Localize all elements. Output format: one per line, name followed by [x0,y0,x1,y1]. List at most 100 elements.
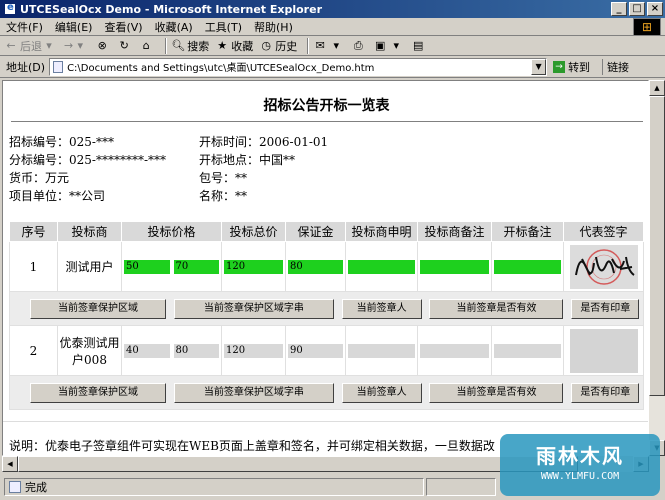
col-bidder-note: 投标商备注 [417,221,492,242]
table-header: 序号 投标商 投标价格 投标总价 保证金 投标商申明 投标商备注 开标备注 代表… [9,221,644,242]
current-signer-button[interactable]: 当前签章人 [341,382,422,403]
col-total: 投标总价 [221,221,286,242]
menu-tools[interactable]: 工具(T) [205,19,242,35]
status-pane-empty [426,478,496,496]
info-currency: 货币：万元 [9,171,70,185]
deposit-field[interactable]: 90 [288,343,343,358]
menu-view[interactable]: 查看(V) [104,19,142,35]
history-icon: ◷ [261,38,272,52]
close-button[interactable]: × [647,2,663,16]
page-icon [53,60,64,73]
price-field[interactable]: 40 [124,343,170,358]
refresh-button[interactable]: ↻ [117,39,133,53]
scroll-left-icon[interactable]: ◀ [2,456,18,472]
col-bidder: 投标商 [57,221,122,242]
watermark-logo-text: 雨林木风 [536,444,624,468]
search-label: 搜索 [187,39,210,53]
cell-bidder-note [417,241,492,292]
seal-valid-button[interactable]: 当前签章是否有效 [429,298,564,319]
go-label: 转到 [568,60,591,74]
note-divider [3,421,648,422]
total-field[interactable]: 120 [224,259,283,274]
forward-arrow-icon: → [64,39,74,52]
signature-seal[interactable] [569,244,638,289]
search-button[interactable]: 🔍︎ 搜索 [171,38,209,54]
back-button[interactable]: ← 后退 ▾ [4,38,58,54]
menu-help[interactable]: 帮助(H) [254,19,293,35]
toolbar-separator [165,37,168,54]
chevron-down-icon: ▾ [46,38,52,52]
open-note-field[interactable] [494,343,561,358]
price-field-2[interactable]: 70 [173,259,219,274]
total-field[interactable]: 120 [224,343,283,358]
info-bid-no: 招标编号：025-*** [9,135,114,149]
back-label: 后退 [20,39,42,53]
history-label: 历史 [275,39,298,53]
back-arrow-icon: ← [6,38,16,52]
discuss-button[interactable]: ▤ [411,39,427,53]
info-open-place: 开标地点：中国** [199,153,296,167]
info-sub-no: 分标编号：025-********-*** [9,153,167,167]
print-button[interactable]: ⎙ [351,39,367,53]
info-name: 名称：** [199,189,248,203]
toolbar: ← 后退 ▾ → ▾ ⊗ ↻ ⌂ 🔍︎ 搜索 ★ 收藏 ◷ 历史 ✉ ▾ ⎙ ▣ ▾… [0,36,665,56]
menu-edit[interactable]: 编辑(E) [55,19,93,35]
bid-table: 序号 投标商 投标价格 投标总价 保证金 投标商申明 投标商备注 开标备注 代表… [9,221,644,410]
chevron-down-icon: ▾ [393,38,399,52]
favorites-button[interactable]: ★ 收藏 [215,38,253,54]
has-seal-button[interactable]: 是否有印章 [571,298,640,319]
ie-icon [4,2,16,15]
price-field-2[interactable]: 80 [173,343,219,358]
title-divider [11,121,643,123]
mail-button[interactable]: ✉ ▾ [313,39,345,53]
table-row: 2 优泰测试用户008 40 80 120 90 [9,325,644,376]
bidder-note-field[interactable] [420,343,489,358]
minimize-button[interactable]: _ [611,2,627,16]
links-button[interactable]: 链接 [602,58,629,75]
cell-open-note [491,241,564,292]
statement-field[interactable] [348,259,415,274]
window-title: UTCESealOcx Demo - Microsoft Internet Ex… [20,2,322,16]
maximize-button[interactable]: □ [629,2,645,16]
signature-empty[interactable] [569,328,638,373]
address-dropdown-icon[interactable]: ▼ [531,58,547,75]
vertical-scroll-thumb[interactable] [649,96,665,396]
go-button[interactable]: → 转到 [553,59,590,75]
price-field[interactable]: 50 [124,259,170,274]
protect-area-string-button[interactable]: 当前签章保护区域字串 [173,382,334,403]
deposit-field[interactable]: 80 [288,259,343,274]
address-value: C:\Documents and Settings\utc\桌面\UTCESea… [67,63,375,74]
menu-bar: 文件(F) 编辑(E) 查看(V) 收藏(A) 工具(T) 帮助(H) [0,18,665,36]
page-note: 说明：优泰电子签章组件可实现在WEB页面上盖章和签名，并可绑定相关数据，一旦数据… [9,439,495,453]
horizontal-scroll-thumb[interactable] [18,456,578,472]
bidder-note-field[interactable] [420,259,489,274]
has-seal-button[interactable]: 是否有印章 [571,382,640,403]
address-input[interactable]: C:\Documents and Settings\utc\桌面\UTCESea… [49,57,548,76]
statement-field[interactable] [348,343,415,358]
history-button[interactable]: ◷ 历史 [259,38,297,54]
protect-area-button[interactable]: 当前签章保护区域 [30,298,166,319]
forward-button[interactable]: → ▾ [64,39,89,53]
stop-button[interactable]: ⊗ [95,39,111,53]
vertical-scrollbar[interactable]: ▲ ▼ [649,80,665,456]
chevron-down-icon: ▾ [77,38,83,52]
home-button[interactable]: ⌂ [139,39,155,53]
scroll-up-icon[interactable]: ▲ [649,80,665,96]
seal-valid-button[interactable]: 当前签章是否有效 [429,382,564,403]
menu-file[interactable]: 文件(F) [6,19,43,35]
table-row-actions: 当前签章保护区域 当前签章保护区域字串 当前签章人 当前签章是否有效 是否有印章 [9,375,644,410]
info-open-time: 开标时间：2006-01-01 [199,135,329,149]
window-titlebar: UTCESealOcx Demo - Microsoft Internet Ex… [0,0,665,18]
cell-deposit: 90 [285,325,346,376]
current-signer-button[interactable]: 当前签章人 [341,298,422,319]
edit-button[interactable]: ▣ ▾ [373,39,405,53]
cell-statement [345,325,418,376]
menu-favorites[interactable]: 收藏(A) [155,19,193,35]
cell-open-note [491,325,564,376]
mail-icon: ✉ [315,38,325,52]
protect-area-string-button[interactable]: 当前签章保护区域字串 [173,298,334,319]
go-arrow-icon: → [553,60,566,73]
protect-area-button[interactable]: 当前签章保护区域 [30,382,166,403]
open-note-field[interactable] [494,259,561,274]
cell-bidder: 优泰测试用户008 [57,325,122,376]
